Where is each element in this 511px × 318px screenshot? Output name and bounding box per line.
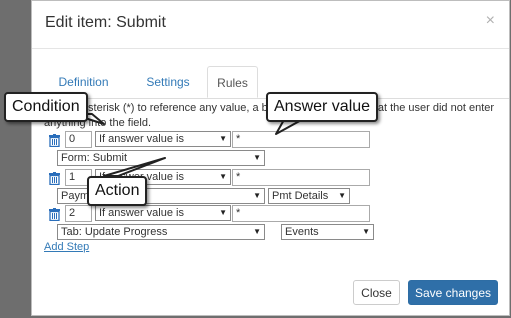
condition-callout: Condition <box>4 92 88 122</box>
action-pointer <box>103 157 166 177</box>
callout-pointers <box>71 113 306 177</box>
answer-value-callout: Answer value <box>266 92 379 122</box>
action-callout: Action <box>87 176 148 206</box>
